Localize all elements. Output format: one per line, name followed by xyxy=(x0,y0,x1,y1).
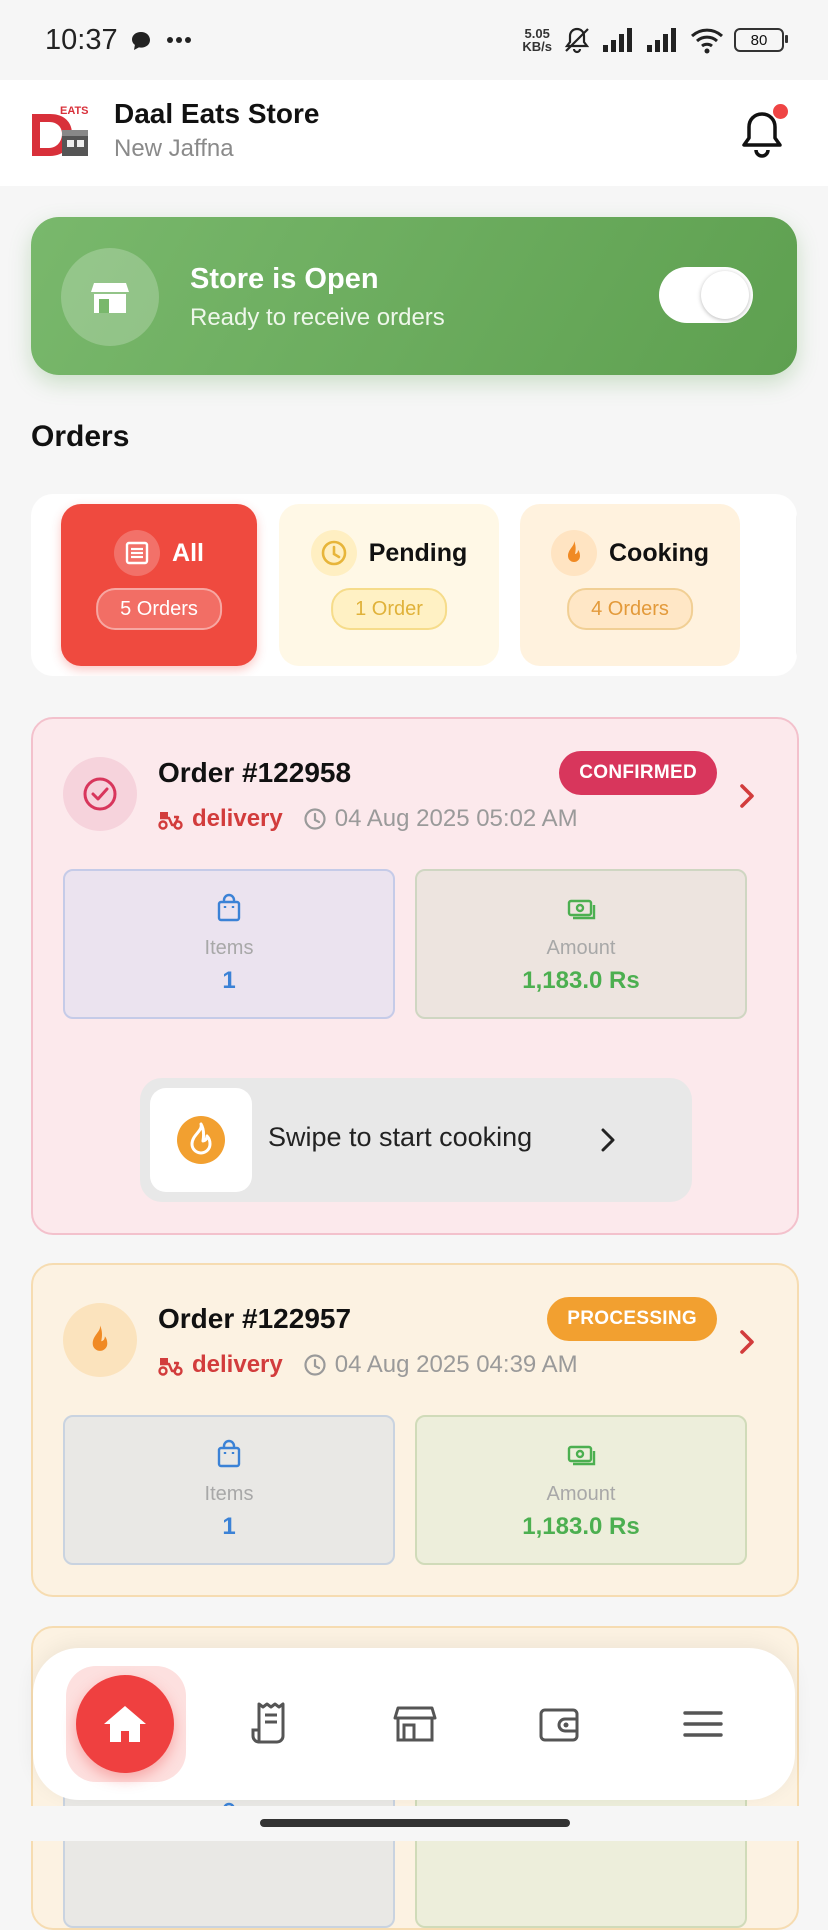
swipe-handle[interactable] xyxy=(150,1088,252,1192)
toggle-knob xyxy=(701,271,749,319)
swipe-label: Swipe to start cooking xyxy=(268,1122,533,1152)
order-card[interactable]: Order #122958 delivery 04 Aug 2025 05:02… xyxy=(31,717,799,1235)
money-icon xyxy=(567,899,596,920)
order-card[interactable]: Order #122957 delivery 04 Aug 2025 04:39… xyxy=(31,1263,799,1597)
home-icon xyxy=(104,1706,146,1742)
status-badge: PROCESSING xyxy=(547,1297,717,1341)
amount-box xyxy=(415,1778,747,1928)
items-label: Items xyxy=(204,1483,254,1505)
list-icon xyxy=(114,530,161,576)
flame-icon xyxy=(551,530,597,576)
order-number: Order #122957 xyxy=(158,1303,352,1334)
notification-button[interactable] xyxy=(738,104,788,160)
amount-box: Amount 1,183.0 Rs xyxy=(415,1415,747,1565)
store-icon xyxy=(393,1706,437,1742)
chevron-right-icon[interactable] xyxy=(737,1327,757,1357)
filter-all-count: 5 Orders xyxy=(96,588,222,630)
order-meta: delivery 04 Aug 2025 05:02 AM xyxy=(158,805,578,833)
store-name: Daal Eats Store xyxy=(114,98,320,129)
store-logo: EATS xyxy=(32,105,89,156)
scooter-icon xyxy=(158,1358,183,1376)
more-icon xyxy=(167,37,191,43)
status-time: 10:37 xyxy=(45,24,118,56)
scooter-icon xyxy=(158,812,183,830)
nav-wallet[interactable] xyxy=(531,1696,587,1752)
swipe-to-start-cooking[interactable]: Swipe to start cooking xyxy=(140,1078,692,1202)
items-value: 1 xyxy=(222,1513,236,1540)
store-location: New Jaffna xyxy=(114,135,234,162)
filter-pending[interactable]: Pending 1 Order xyxy=(279,504,499,666)
app-header: EATS Daal Eats Store New Jaffna xyxy=(0,80,828,186)
items-label: Items xyxy=(204,937,254,959)
store-status-subtitle: Ready to receive orders xyxy=(190,304,445,331)
notification-dot xyxy=(773,104,788,119)
status-bar: 10:37 5.05 KB/s 80 xyxy=(0,0,828,80)
nav-home[interactable] xyxy=(66,1666,186,1782)
clock-icon xyxy=(304,1354,326,1376)
store-status-title: Store is Open xyxy=(190,263,379,295)
shopping-bag-icon xyxy=(217,1439,241,1468)
chevron-right-icon[interactable] xyxy=(737,781,757,811)
confirmed-status-icon xyxy=(63,757,137,831)
amount-box: Amount 1,183.0 Rs xyxy=(415,869,747,1019)
wifi-icon xyxy=(690,28,724,54)
signal-icon xyxy=(603,28,632,52)
mute-icon xyxy=(564,27,590,54)
filter-all-label: All xyxy=(172,538,204,567)
store-status-banner: Store is Open Ready to receive orders xyxy=(31,217,797,375)
amount-value: 1,183.0 Rs xyxy=(522,1513,640,1540)
amount-value: 1,183.0 Rs xyxy=(522,967,640,994)
filter-cooking-count: 4 Orders xyxy=(567,588,693,630)
network-speed: 5.05 KB/s xyxy=(522,26,552,54)
chat-icon xyxy=(132,32,150,50)
clock-icon xyxy=(310,530,357,576)
home-button[interactable] xyxy=(76,1675,174,1773)
shopping-bag-icon xyxy=(217,893,241,922)
processing-status-icon xyxy=(63,1303,137,1377)
order-type: delivery xyxy=(192,805,283,832)
nav-menu[interactable] xyxy=(675,1696,731,1752)
logo-text: EATS xyxy=(60,105,89,117)
nav-orders[interactable] xyxy=(243,1696,299,1752)
filter-cooking[interactable]: Cooking 4 Orders xyxy=(520,504,740,666)
flame-icon xyxy=(177,1116,225,1164)
home-indicator[interactable] xyxy=(260,1819,570,1827)
order-date: 04 Aug 2025 04:39 AM xyxy=(334,1351,578,1378)
filter-cooking-label: Cooking xyxy=(609,538,709,567)
status-badge: CONFIRMED xyxy=(559,751,717,795)
bottom-navigation xyxy=(33,1648,795,1800)
amount-label: Amount xyxy=(546,1483,616,1505)
filter-next-partial[interactable] xyxy=(796,504,797,666)
filter-pending-label: Pending xyxy=(368,538,468,567)
order-type: delivery xyxy=(192,1351,283,1378)
amount-label: Amount xyxy=(546,937,616,959)
order-number: Order #122958 xyxy=(158,757,352,788)
order-filter-tabs: All 5 Orders Pending 1 Order Cooking 4 O… xyxy=(31,494,797,676)
items-box xyxy=(63,1778,395,1928)
wallet-icon xyxy=(539,1708,579,1742)
battery-icon: 80 xyxy=(734,28,788,52)
filter-all[interactable]: All 5 Orders xyxy=(61,504,257,666)
store-icon xyxy=(61,248,159,346)
money-icon xyxy=(567,1445,596,1466)
items-value: 1 xyxy=(222,967,236,994)
orders-title: Orders xyxy=(31,420,130,453)
items-box: Items 1 xyxy=(63,1415,395,1565)
filter-pending-count: 1 Order xyxy=(331,588,447,630)
clock-icon xyxy=(304,808,326,830)
order-date: 04 Aug 2025 05:02 AM xyxy=(334,805,578,832)
items-box: Items 1 xyxy=(63,869,395,1019)
chevron-right-icon xyxy=(601,1128,615,1152)
signal-icon xyxy=(647,28,676,52)
store-open-toggle[interactable] xyxy=(659,267,753,323)
receipt-icon xyxy=(251,1702,285,1744)
order-meta: delivery 04 Aug 2025 04:39 AM xyxy=(158,1351,578,1379)
nav-store[interactable] xyxy=(387,1696,443,1752)
menu-icon xyxy=(683,1711,723,1737)
